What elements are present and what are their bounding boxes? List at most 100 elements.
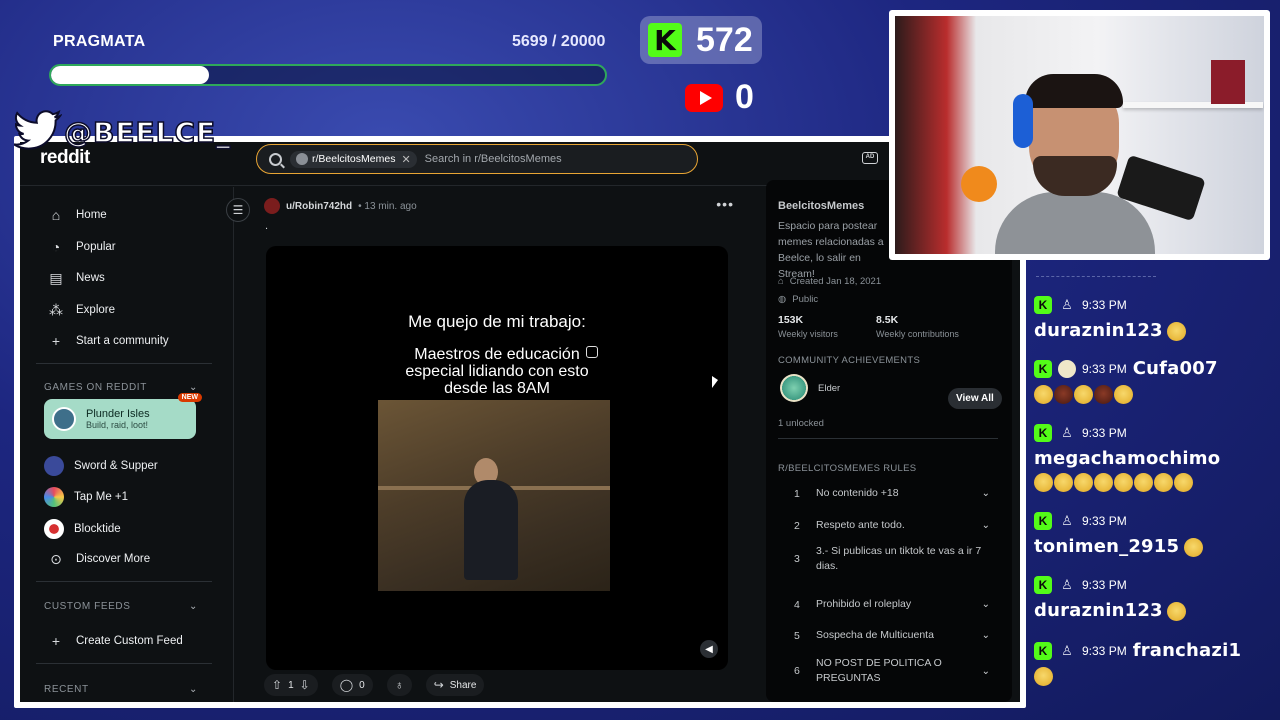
youtube-counter: 0 — [685, 78, 754, 117]
chevron-down-icon: ⌄ — [981, 630, 990, 641]
kick-badge-icon: K — [1034, 424, 1052, 442]
sidebar-item-discover-more[interactable]: ⊙ Discover More — [48, 551, 150, 567]
featured-game-card[interactable]: Plunder Isles Build, raid, loot! NEW — [44, 393, 202, 439]
downvote-icon[interactable]: ⇩ — [300, 678, 310, 692]
comments-button[interactable]: ◯ 0 — [331, 674, 373, 696]
advertise-icon[interactable]: AD — [862, 152, 878, 164]
sidebar-item-label: Create Custom Feed — [76, 635, 183, 647]
popular-icon: ◔ — [51, 239, 61, 255]
sidebar-item-label: Popular — [76, 241, 116, 253]
rules-heading: R/BEELCITOSMEMES RULES — [778, 463, 917, 474]
sidebar-item-sword-supper[interactable]: Sword & Supper — [44, 456, 158, 476]
sidebar-item-popular[interactable]: ◔ Popular — [48, 239, 116, 255]
upvote-icon[interactable]: ⇧ — [272, 678, 282, 692]
chat-line: megachamochimo — [1034, 448, 1278, 469]
share-icon: ↪ — [433, 678, 444, 692]
webcam-person-beard — [1033, 156, 1117, 196]
recent-header[interactable]: RECENT ⌄ — [44, 684, 198, 695]
chat-time: 9:33 PM — [1082, 578, 1127, 592]
rule-text: NO POST DE POLITICA O PREGUNTAS — [816, 657, 942, 684]
comment-count: 0 — [359, 679, 365, 691]
kick-badge-icon: K — [1034, 576, 1052, 594]
left-sidebar: ⌂ Home ◔ Popular ▤ News ⁂ Explore + Star… — [20, 187, 234, 702]
create-custom-feed[interactable]: + Create Custom Feed — [48, 633, 183, 649]
emote-icon — [1074, 473, 1093, 492]
chat-time: 9:33 PM — [1082, 643, 1127, 658]
chat-meta: K ♙ 9:33 PM — [1034, 512, 1278, 530]
goal-count: 5699 / 20000 — [512, 33, 606, 50]
home-icon: ⌂ — [51, 207, 61, 223]
section-title: GAMES ON REDDIT — [44, 382, 147, 393]
rule-number: 1 — [794, 487, 800, 500]
youtube-count: 0 — [735, 78, 754, 116]
emote-icon — [1114, 385, 1133, 404]
rule-item[interactable]: 2 Respeto ante todo. ⌄ — [794, 518, 990, 533]
menu-toggle-button[interactable]: ☰ — [226, 198, 250, 222]
chat-line: tonimen_2915 — [1034, 536, 1278, 558]
rule-item[interactable]: 3 3.- Si publicas un tiktok te vas a ir … — [794, 544, 990, 574]
search-bar[interactable]: r/BeelcitosMemes ✕ Search in r/Beelcitos… — [256, 144, 698, 174]
chat-time: 9:33 PM — [1082, 514, 1127, 528]
webcam-headset — [1013, 94, 1033, 148]
sidebar-item-home[interactable]: ⌂ Home — [48, 207, 107, 223]
chat-line: duraznin123 — [1034, 600, 1278, 622]
post-header: u/Robin742hd • 13 min. ago — [264, 198, 417, 214]
community-description: Espacio para postear memes relacionadas … — [778, 220, 884, 280]
sidebar-item-blocktide[interactable]: Blocktide — [44, 519, 121, 539]
avatar[interactable] — [264, 198, 280, 214]
sidebar-item-label: Blocktide — [74, 523, 121, 535]
divider — [36, 363, 212, 364]
sidebar-item-label: Sword & Supper — [74, 460, 158, 472]
explore-icon: ⁂ — [49, 301, 63, 318]
view-all-button[interactable]: View All — [948, 388, 1002, 409]
kick-badge-icon: K — [1034, 359, 1052, 378]
chat-time: 9:33 PM — [1082, 426, 1127, 440]
kick-follower-count: 572 — [696, 20, 753, 59]
volume-icon[interactable]: ◀ — [700, 640, 718, 658]
twitter-handle: @BEELCE_ — [14, 110, 231, 154]
emote-icon — [1114, 473, 1133, 492]
search-input[interactable]: Search in r/BeelcitosMemes — [425, 153, 562, 165]
chat-message: K ♙ 9:33 PM tonimen_2915 — [1034, 512, 1278, 558]
chat-meta: K ♙ 9:33 PM — [1034, 424, 1278, 442]
subreddit-search-chip[interactable]: r/BeelcitosMemes ✕ — [290, 150, 417, 168]
vote-control: ⇧ 1 ⇩ — [264, 674, 318, 696]
chevron-down-icon: ⌄ — [981, 488, 990, 499]
search-icon — [269, 152, 282, 166]
more-options-icon[interactable]: ••• — [716, 196, 734, 212]
reddit-page: reddit r/BeelcitosMemes ✕ Search in r/Be… — [20, 142, 1020, 702]
rule-text: 3.- Si publicas un tiktok te vas a ir 7 … — [816, 545, 982, 572]
rule-text: Respeto ante todo. — [816, 519, 905, 531]
divider — [36, 663, 212, 664]
custom-feeds-header[interactable]: CUSTOM FEEDS ⌄ — [44, 601, 198, 612]
emote-icon — [1167, 322, 1187, 342]
webcam-frame — [889, 10, 1270, 260]
sidebar-item-start-community[interactable]: + Start a community — [48, 333, 169, 349]
meme-caption-top: Me quejo de mi trabajo: — [408, 312, 586, 331]
sidebar-item-explore[interactable]: ⁂ Explore — [48, 302, 115, 318]
chat-username: megachamochimo — [1034, 448, 1221, 469]
rule-item[interactable]: 6 NO POST DE POLITICA O PREGUNTAS ⌄ — [794, 656, 990, 686]
rule-item[interactable]: 1 No contenido +18 ⌄ — [794, 486, 990, 501]
post-author[interactable]: u/Robin742hd — [286, 201, 352, 212]
kick-logo-icon: K — [648, 23, 682, 57]
award-button[interactable]: ♁ — [386, 674, 412, 696]
sidebar-item-tap-me[interactable]: Tap Me +1 — [44, 487, 128, 507]
chat-divider — [1036, 276, 1156, 277]
chevron-down-icon: ⌄ — [981, 520, 990, 531]
post-video[interactable]: Me quejo de mi trabajo: Maestros de educ… — [266, 246, 728, 670]
rule-item[interactable]: 4 Prohibido el roleplay ⌄ — [794, 597, 990, 612]
sidebar-item-news[interactable]: ▤ News — [48, 270, 104, 286]
new-badge: NEW — [177, 393, 202, 402]
rule-item[interactable]: 5 Sospecha de Multicuenta ⌄ — [794, 628, 990, 643]
twitter-bird-icon — [14, 110, 62, 150]
emote-icon — [1054, 385, 1073, 404]
games-section-header[interactable]: GAMES ON REDDIT ⌄ — [44, 382, 198, 393]
chat-username: duraznin123 — [1034, 600, 1163, 621]
chat-message: K ♙ 9:33 PM franchazi1 — [1034, 640, 1278, 686]
post-timestamp: • 13 min. ago — [358, 200, 417, 212]
game-title: Plunder Isles — [86, 408, 150, 420]
close-icon[interactable]: ✕ — [401, 153, 410, 166]
globe-icon: ◍ — [778, 294, 787, 305]
share-button[interactable]: ↪ Share — [425, 674, 485, 696]
